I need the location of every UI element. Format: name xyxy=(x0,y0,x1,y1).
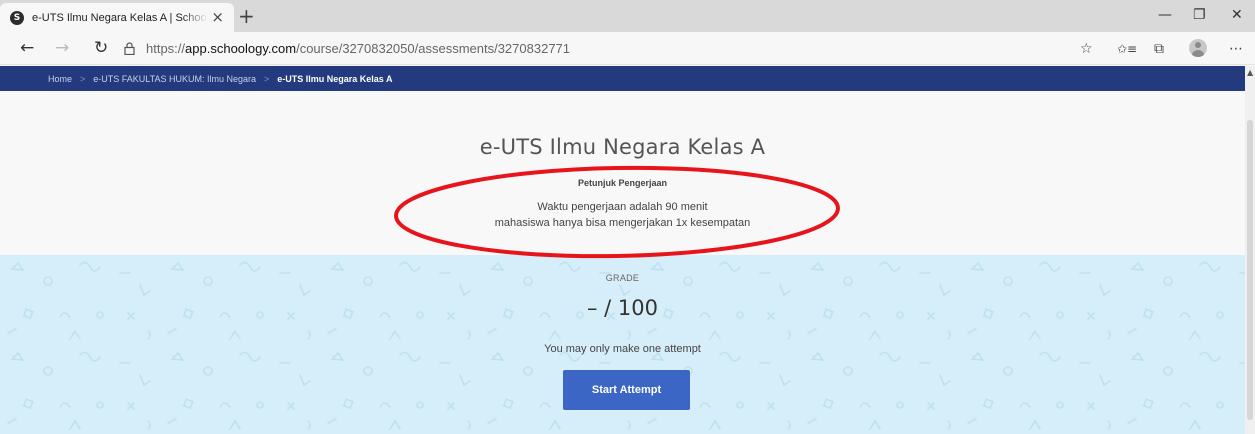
restore-window-icon[interactable]: ❐ xyxy=(1193,6,1206,24)
browser-tab[interactable]: S e-UTS Ilmu Negara Kelas A | Schoology … xyxy=(0,3,234,32)
collections-icon[interactable]: ⧉ xyxy=(1154,40,1164,58)
assessment-header-area xyxy=(0,91,1245,255)
url-path: /course/3270832050/assessments/327083277… xyxy=(296,41,571,56)
refresh-icon[interactable]: ↻ xyxy=(94,38,108,58)
breadcrumb-course-link[interactable]: e-UTS FAKULTAS HUKUM: Ilmu Negara xyxy=(93,74,256,84)
profile-avatar[interactable] xyxy=(1189,39,1207,57)
back-arrow-icon[interactable]: ← xyxy=(20,38,34,58)
minimize-window-icon[interactable]: — xyxy=(1158,6,1172,24)
instructions-heading: Petunjuk Pengerjaan xyxy=(577,178,668,188)
instruction-line: Waktu pengerjaan adalah 90 menit xyxy=(537,201,708,213)
url-prefix: https:// xyxy=(146,41,186,56)
address-bar[interactable]: https://app.schoology.com/course/3270832… xyxy=(146,41,570,56)
close-window-icon[interactable]: ✕ xyxy=(1231,6,1243,24)
browser-tab-strip: S e-UTS Ilmu Negara Kelas A | Schoology … xyxy=(0,0,1255,32)
lock-icon xyxy=(124,41,135,61)
page-title: e-UTS Ilmu Negara Kelas A xyxy=(479,135,766,159)
url-host: app.schoology.com xyxy=(185,41,297,56)
breadcrumb: Home > e-UTS FAKULTAS HUKUM: Ilmu Negara… xyxy=(0,66,1245,91)
attempt-note: You may only make one attempt xyxy=(544,343,701,355)
tab-title: e-UTS Ilmu Negara Kelas A | Schoology xyxy=(32,11,208,24)
grade-label: GRADE xyxy=(605,273,640,283)
forward-arrow-icon[interactable]: → xyxy=(55,38,69,58)
breadcrumb-separator: > xyxy=(80,73,86,84)
grade-score: – / 100 xyxy=(586,296,658,320)
instruction-line: mahasiswa hanya bisa mengerjakan 1x kese… xyxy=(494,217,751,229)
start-attempt-button[interactable]: Start Attempt xyxy=(563,370,690,410)
more-menu-icon[interactable]: ⋯ xyxy=(1229,40,1243,58)
schoology-favicon-icon: S xyxy=(10,10,24,25)
scrollbar-thumb[interactable] xyxy=(1247,120,1253,420)
scroll-up-arrow-icon[interactable]: ▲ xyxy=(1247,68,1253,77)
browser-toolbar: ← → ↻ https://app.schoology.com/course/3… xyxy=(0,32,1255,65)
new-tab-icon[interactable]: + xyxy=(238,4,255,28)
breadcrumb-current: e-UTS Ilmu Negara Kelas A xyxy=(277,73,393,84)
breadcrumb-separator: > xyxy=(263,73,270,84)
breadcrumb-home-link[interactable]: Home xyxy=(48,74,72,84)
favorite-star-icon[interactable]: ☆ xyxy=(1080,40,1093,58)
favorites-list-icon[interactable]: ✩≡ xyxy=(1117,40,1137,58)
close-tab-icon[interactable]: × xyxy=(211,9,224,25)
